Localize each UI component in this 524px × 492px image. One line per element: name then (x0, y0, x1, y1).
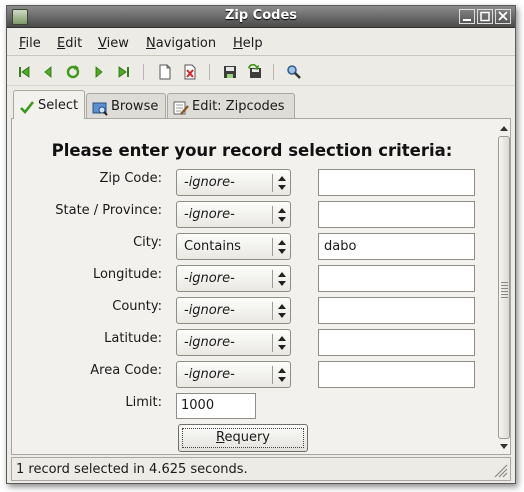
scrollbar-thumb[interactable] (498, 136, 510, 439)
prior-record-icon[interactable] (40, 64, 56, 80)
longitude-operator-select[interactable]: -ignore- (176, 265, 291, 292)
cancel-icon[interactable] (247, 64, 263, 80)
field-label: Area Code: (90, 363, 162, 378)
tab-select[interactable]: Select (13, 90, 85, 119)
limit-label: Limit: (125, 395, 162, 410)
vertical-scrollbar[interactable] (498, 123, 510, 452)
status-text: 1 record selected in 4.625 seconds. (16, 462, 248, 477)
last-record-icon[interactable] (116, 64, 132, 80)
criteria-row-longitude: Longitude: -ignore- (12, 265, 492, 295)
scroll-down-arrow-icon[interactable] (498, 440, 510, 452)
menu-navigation[interactable]: Navigation (146, 36, 216, 51)
status-bar: 1 record selected in 4.625 seconds. (11, 457, 511, 481)
resize-grip-icon[interactable] (492, 462, 508, 478)
page-title: Please enter your record selection crite… (51, 141, 453, 160)
save-icon[interactable] (222, 64, 238, 80)
zip-code-operator-select[interactable]: -ignore- (176, 169, 291, 196)
toolbar (7, 58, 515, 86)
criteria-row-county: County: -ignore- (12, 297, 492, 327)
updown-arrows-icon (276, 205, 288, 225)
scroll-up-arrow-icon[interactable] (498, 123, 510, 135)
menu-file[interactable]: File (19, 36, 41, 51)
field-label: State / Province: (55, 203, 162, 218)
requery-icon[interactable] (65, 64, 81, 80)
state-province-operator-select[interactable]: -ignore- (176, 201, 291, 228)
sql-icon[interactable] (286, 64, 302, 80)
city-operator-select[interactable]: Contains (176, 233, 291, 260)
area-code-input[interactable] (318, 361, 475, 388)
browse-icon (92, 100, 108, 116)
toolbar-separator (273, 64, 274, 80)
updown-arrows-icon (276, 237, 288, 257)
app-window: Zip Codes File Edit View Navigation Help (6, 5, 516, 484)
latitude-operator-select[interactable]: -ignore- (176, 329, 291, 356)
edit-icon (173, 100, 189, 116)
close-button[interactable] (495, 9, 511, 24)
criteria-row-city: City: Contains dabo (12, 233, 492, 263)
menu-view[interactable]: View (98, 36, 129, 51)
city-input[interactable]: dabo (318, 233, 475, 260)
tab-edit-zipcodes[interactable]: Edit: Zipcodes (167, 93, 295, 119)
area-code-operator-select[interactable]: -ignore- (176, 361, 291, 388)
state-province-input[interactable] (318, 201, 475, 228)
field-label: Latitude: (104, 331, 162, 346)
maximize-button[interactable] (477, 9, 493, 24)
delete-record-icon[interactable] (182, 64, 198, 80)
requery-button[interactable]: Requery (178, 424, 308, 452)
checkmark-icon (19, 99, 35, 115)
criteria-row-latitude: Latitude: -ignore- (12, 329, 492, 359)
county-input[interactable] (318, 297, 475, 324)
tab-browse[interactable]: Browse (86, 93, 166, 119)
limit-row: Limit: 1000 (12, 393, 492, 423)
toolbar-separator (209, 64, 210, 80)
field-label: County: (112, 299, 162, 314)
field-label: City: (133, 235, 162, 250)
select-panel: Please enter your record selection crite… (11, 118, 511, 455)
updown-arrows-icon (276, 365, 288, 385)
updown-arrows-icon (276, 301, 288, 321)
next-record-icon[interactable] (91, 64, 107, 80)
new-record-icon[interactable] (157, 64, 173, 80)
title-bar[interactable]: Zip Codes (7, 6, 515, 28)
updown-arrows-icon (276, 269, 288, 289)
criteria-row-area-code: Area Code: -ignore- (12, 361, 492, 391)
zip-code-input[interactable] (318, 169, 475, 196)
page-tabs: Select Browse Edit: Zipcodes (11, 90, 511, 119)
criteria-row-state-province: State / Province: -ignore- (12, 201, 492, 231)
menu-bar: File Edit View Navigation Help (7, 30, 515, 56)
updown-arrows-icon (276, 333, 288, 353)
first-record-icon[interactable] (16, 64, 32, 80)
menu-edit[interactable]: Edit (57, 36, 82, 51)
field-label: Zip Code: (99, 171, 162, 186)
toolbar-separator (143, 64, 144, 80)
field-label: Longitude: (92, 267, 162, 282)
latitude-input[interactable] (318, 329, 475, 356)
minimize-button[interactable] (459, 9, 475, 24)
county-operator-select[interactable]: -ignore- (176, 297, 291, 324)
updown-arrows-icon (276, 173, 288, 193)
longitude-input[interactable] (318, 265, 475, 292)
menu-help[interactable]: Help (233, 36, 263, 51)
criteria-row-zip-code: Zip Code: -ignore- (12, 169, 492, 199)
window-title: Zip Codes (224, 8, 298, 23)
limit-input[interactable]: 1000 (176, 393, 256, 419)
